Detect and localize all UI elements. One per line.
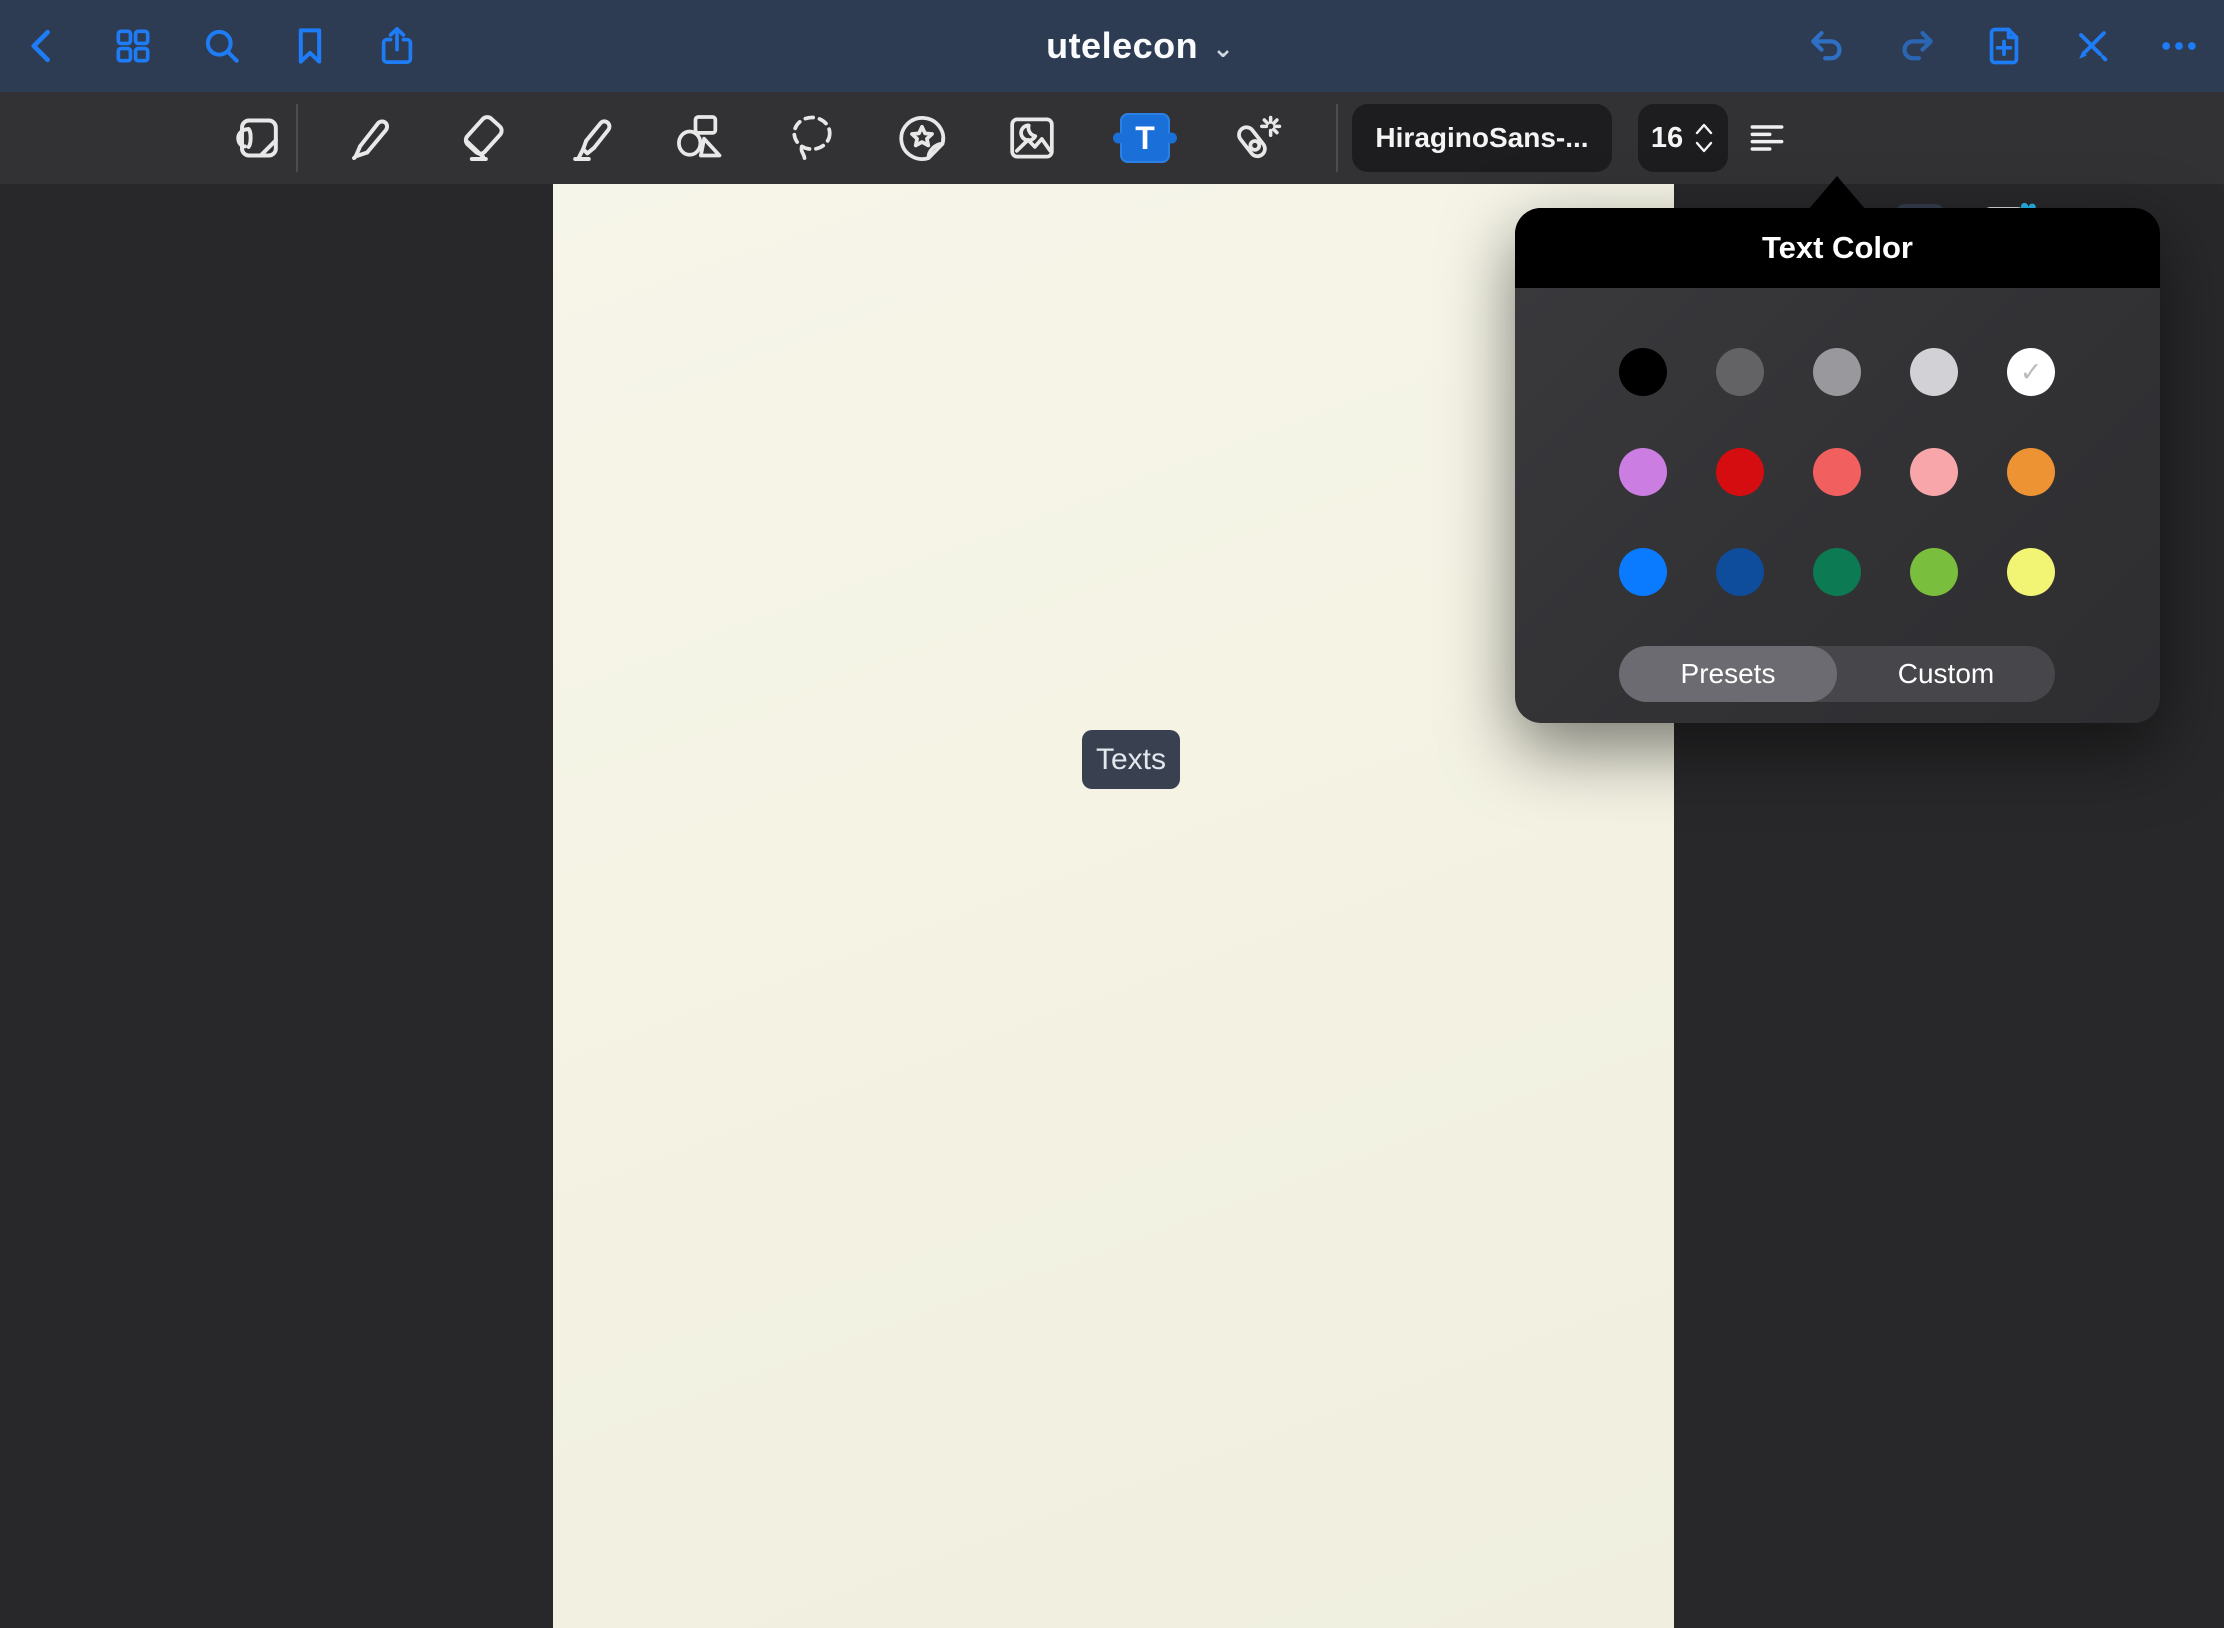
color-swatch[interactable] xyxy=(1813,548,1861,596)
share-icon[interactable] xyxy=(375,24,419,68)
highlighter-tool-icon[interactable] xyxy=(559,105,625,171)
add-page-icon[interactable] xyxy=(1982,24,2026,68)
color-swatch[interactable] xyxy=(1910,548,1958,596)
font-size-stepper[interactable]: 16 xyxy=(1638,104,1728,172)
stylus-off-icon[interactable] xyxy=(2070,24,2114,68)
eraser-tool-icon[interactable] xyxy=(447,105,513,171)
swatch-row: ✓ xyxy=(1619,348,2160,396)
color-swatch[interactable] xyxy=(1619,448,1667,496)
swatch-grid: ✓ xyxy=(1515,288,2160,596)
redo-icon[interactable] xyxy=(1895,24,1939,68)
text-color-popover: Text Color ✓ Presets Custom xyxy=(1515,208,2160,723)
image-tool-icon[interactable] xyxy=(999,105,1065,171)
color-swatch[interactable] xyxy=(1716,548,1764,596)
selected-text-object[interactable]: Texts xyxy=(1082,730,1180,789)
undo-icon[interactable] xyxy=(1805,24,1849,68)
text-tool-letter: T xyxy=(1135,120,1155,157)
notebook-page[interactable]: Texts xyxy=(553,184,1674,1628)
color-swatch[interactable] xyxy=(2007,448,2055,496)
selected-check-icon: ✓ xyxy=(2020,359,2043,386)
swatch-row xyxy=(1619,448,2160,496)
color-swatch[interactable] xyxy=(1716,448,1764,496)
text-tool-active[interactable]: T xyxy=(1118,111,1172,165)
lasso-tool-icon[interactable] xyxy=(779,105,845,171)
toolbar-divider xyxy=(1336,104,1338,172)
text-tool-icon: T xyxy=(1120,113,1170,163)
tools-toolbar: T HiraginoSans-... 16 ⌄ T ♥ xyxy=(0,92,2224,184)
segment-presets[interactable]: Presets xyxy=(1619,646,1837,702)
text-tool-handle-right xyxy=(1166,133,1177,144)
pen-tool-icon[interactable] xyxy=(336,105,402,171)
document-title-button[interactable]: utelecon ⌄ xyxy=(960,0,1320,92)
presets-custom-segmented-control: Presets Custom xyxy=(1619,646,2055,702)
laser-pointer-tool-icon[interactable] xyxy=(1222,105,1288,171)
text-tool-handle-left xyxy=(1113,133,1124,144)
color-swatch[interactable]: ✓ xyxy=(2007,348,2055,396)
stepper-chevrons-icon xyxy=(1693,121,1715,155)
color-swatch[interactable] xyxy=(1813,448,1861,496)
top-navigation-bar: utelecon ⌄ xyxy=(0,0,2224,92)
font-family-label: HiraginoSans-... xyxy=(1375,122,1588,154)
color-swatch[interactable] xyxy=(1716,348,1764,396)
popover-title: Text Color xyxy=(1762,230,1913,266)
color-swatch[interactable] xyxy=(1910,448,1958,496)
color-swatch[interactable] xyxy=(1813,348,1861,396)
color-swatch[interactable] xyxy=(1619,348,1667,396)
color-swatch[interactable] xyxy=(1910,348,1958,396)
color-swatch[interactable] xyxy=(2007,548,2055,596)
font-family-button[interactable]: HiraginoSans-... xyxy=(1352,104,1612,172)
page-layout-icon[interactable] xyxy=(223,105,289,171)
goodnotes-document-view: utelecon ⌄ xyxy=(0,0,2224,1628)
stickers-tool-icon[interactable] xyxy=(889,105,955,171)
align-left-icon xyxy=(1745,116,1789,160)
search-icon[interactable] xyxy=(200,24,244,68)
popover-header: Text Color xyxy=(1515,208,2160,288)
swatch-row xyxy=(1619,548,2160,596)
popover-arrow xyxy=(1808,176,1866,210)
thumbnails-icon[interactable] xyxy=(111,24,155,68)
document-title: utelecon xyxy=(1046,25,1198,67)
more-icon[interactable] xyxy=(2157,24,2201,68)
text-object-content: Texts xyxy=(1096,743,1166,777)
bookmark-icon[interactable] xyxy=(288,24,332,68)
color-swatch[interactable] xyxy=(1619,548,1667,596)
back-icon[interactable] xyxy=(21,24,65,68)
shapes-tool-icon[interactable] xyxy=(666,105,732,171)
segment-custom[interactable]: Custom xyxy=(1837,646,2055,702)
toolbar-divider xyxy=(296,104,298,172)
font-size-value: 16 xyxy=(1651,122,1683,155)
title-chevron-down-icon: ⌄ xyxy=(1212,33,1234,64)
text-alignment-button[interactable] xyxy=(1737,105,1797,171)
